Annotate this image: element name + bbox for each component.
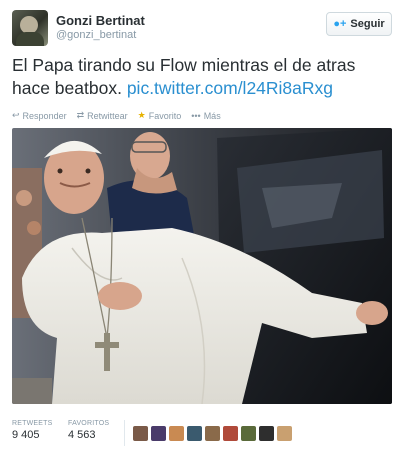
retweet-icon: ⇄ [76, 110, 85, 120]
tweet-text-line-2-text: hace beatbox. [12, 78, 122, 98]
favoriter-avatar[interactable] [133, 426, 148, 441]
tweet-header: Gonzi Bertinat @gonzi_bertinat ●+ Seguir [12, 10, 392, 50]
retweet-label: Retwittear [87, 110, 128, 121]
favoriter-avatar[interactable] [259, 426, 274, 441]
favoriter-avatar[interactable] [241, 426, 256, 441]
tweet-text: El Papa tirando su Flow mientras el de a… [12, 54, 392, 100]
retweets-label: RETWEETS [12, 420, 53, 427]
tweet-actions: ↩ Responder ⇄ Retwittear ★ Favorito ••• … [12, 110, 221, 121]
favoriter-avatar[interactable] [187, 426, 202, 441]
reply-icon: ↩ [12, 110, 20, 120]
reply-label: Responder [22, 110, 67, 121]
more-action[interactable]: ••• Más [191, 110, 220, 121]
more-label: Más [203, 110, 221, 121]
favoriter-avatar[interactable] [151, 426, 166, 441]
favoriter-avatar[interactable] [169, 426, 184, 441]
favoriter-avatar[interactable] [223, 426, 238, 441]
favorites-label: FAVORITOS [68, 420, 110, 427]
star-icon: ★ [137, 110, 146, 120]
avatar-body-shape [16, 32, 44, 46]
user-name[interactable]: Gonzi Bertinat [56, 13, 145, 28]
pope-hand [98, 282, 142, 310]
tweet-stats: RETWEETS 9 405 FAVORITOS 4 563 [12, 420, 392, 450]
favoriter-avatar[interactable] [205, 426, 220, 441]
favorite-action[interactable]: ★ Favorito [138, 110, 182, 121]
more-dots-icon: ••• [191, 110, 201, 121]
tweet-media-link[interactable]: pic.twitter.com/l24Ri8aRxg [127, 78, 333, 98]
favorites-stat[interactable]: FAVORITOS 4 563 [68, 420, 109, 441]
retweet-action[interactable]: ⇄ Retwittear [77, 110, 128, 121]
retweets-stat[interactable]: RETWEETS 9 405 [12, 420, 53, 441]
photo-illustration [12, 128, 392, 404]
retweets-count: 9 405 [12, 429, 40, 441]
tweet-photo[interactable] [12, 128, 392, 404]
favorites-count: 4 563 [68, 429, 96, 441]
favoriters-avatars [133, 426, 292, 441]
person-plus-icon: ●+ [333, 18, 347, 30]
favoriter-avatar[interactable] [277, 426, 292, 441]
follow-button-label: Seguir [350, 18, 385, 30]
follow-button[interactable]: ●+ Seguir [326, 12, 392, 36]
avatar[interactable] [12, 10, 48, 46]
favorite-label: Favorito [148, 110, 182, 121]
stats-divider [124, 420, 125, 446]
tweet-text-line-1: El Papa tirando su Flow mientras el de a… [12, 55, 356, 75]
pope-right-hand [356, 301, 388, 325]
reply-action[interactable]: ↩ Responder [12, 110, 67, 121]
user-handle[interactable]: @gonzi_bertinat [56, 29, 136, 41]
tweet-text-line-2: hace beatbox. pic.twitter.com/l24Ri8aRxg [12, 77, 392, 100]
